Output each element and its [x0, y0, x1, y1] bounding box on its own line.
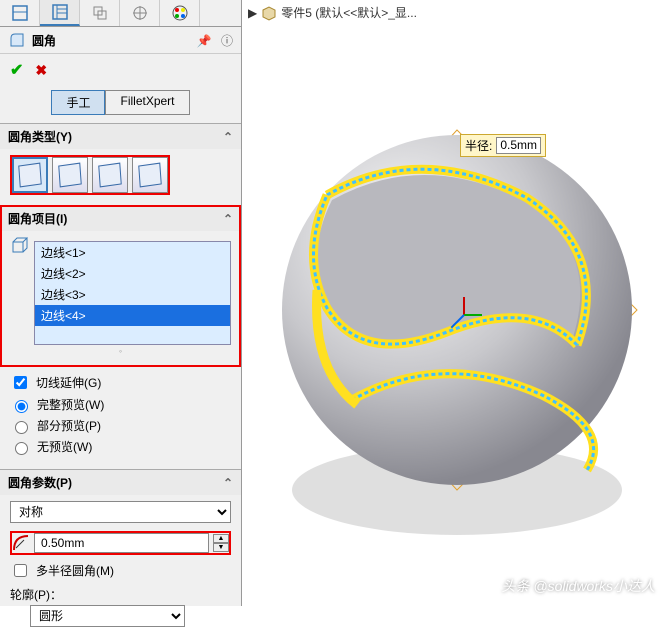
list-item-empty[interactable] — [35, 326, 230, 344]
section-fillet-type: 圆角类型(Y) ⌃ — [0, 123, 241, 205]
confirm-row: ✔ ✖ — [0, 54, 241, 86]
section-title: 圆角类型(Y) — [8, 128, 72, 145]
tangent-checkbox[interactable] — [14, 376, 27, 389]
spin-down[interactable]: ▼ — [213, 543, 229, 552]
opt-full-preview[interactable]: 完整预览(W) — [10, 396, 231, 413]
tab-appearance[interactable] — [160, 0, 200, 26]
tab-feature-tree[interactable] — [0, 0, 40, 26]
section-fillet-params: 圆角参数(P) ⌃ 对称 ▲▼ 多半径圆角(M) 轮廓(P)： 圆形 — [0, 469, 241, 637]
fillet-type-selector — [10, 155, 170, 195]
radius-icon — [12, 534, 30, 552]
section-title: 圆角参数(P) — [8, 474, 72, 491]
fillet-type-constant[interactable] — [12, 157, 48, 193]
watermark: 头条 @solidworks小达人 — [502, 576, 655, 596]
fillet-type-face[interactable] — [92, 157, 128, 193]
opt-tangent[interactable]: 切线延伸(G) — [10, 373, 231, 392]
tangent-label: 切线延伸(G) — [36, 374, 101, 391]
section-head-params[interactable]: 圆角参数(P) ⌃ — [0, 470, 241, 495]
spin-up[interactable]: ▲ — [213, 534, 229, 543]
help-icon[interactable]: ⓘ — [221, 34, 233, 48]
full-preview-radio[interactable] — [15, 400, 28, 413]
chevron-up-icon: ⌃ — [223, 212, 233, 226]
profile-dropdown[interactable]: 圆形 — [30, 605, 185, 627]
no-preview-radio[interactable] — [15, 442, 28, 455]
profile-label: 轮廓(P)： — [10, 586, 231, 603]
preview-options: 切线延伸(G) 完整预览(W) 部分预览(P) 无预览(W) — [0, 367, 241, 469]
list-item[interactable]: 边线<2> — [35, 263, 230, 284]
section-title: 圆角项目(I) — [8, 210, 67, 227]
mode-filletxpert[interactable]: FilletXpert — [105, 90, 189, 115]
part-preview-radio[interactable] — [15, 421, 28, 434]
section-head-items[interactable]: 圆角项目(I) ⌃ — [0, 206, 241, 231]
chevron-up-icon: ⌃ — [223, 130, 233, 144]
part-preview-label: 部分预览(P) — [37, 417, 101, 434]
header-actions: 📌 ⓘ — [191, 32, 233, 49]
fillet-type-full-round[interactable] — [132, 157, 168, 193]
opt-no-preview[interactable]: 无预览(W) — [10, 438, 231, 455]
fillet-type-variable[interactable] — [52, 157, 88, 193]
list-item[interactable]: 边线<1> — [35, 242, 230, 263]
multi-radius-label: 多半径圆角(M) — [36, 562, 114, 579]
panel-tab-bar — [0, 0, 241, 27]
radius-input[interactable] — [34, 533, 209, 553]
tab-property-manager[interactable] — [40, 0, 80, 26]
cancel-button[interactable]: ✖ — [35, 62, 47, 79]
feature-header: 圆角 📌 ⓘ — [0, 27, 241, 54]
resize-grip-icon[interactable]: ◦ — [10, 345, 231, 357]
origin-triad[interactable] — [444, 294, 484, 334]
property-panel: 圆角 📌 ⓘ ✔ ✖ 手工 FilletXpert 圆角类型(Y) ⌃ 圆角项目 — [0, 0, 242, 606]
radius-spinner[interactable]: ▲▼ — [213, 534, 229, 552]
chevron-up-icon: ⌃ — [223, 476, 233, 490]
mode-tabs: 手工 FilletXpert — [0, 86, 241, 123]
mode-manual[interactable]: 手工 — [51, 90, 105, 115]
multi-radius-checkbox[interactable] — [14, 564, 27, 577]
opt-part-preview[interactable]: 部分预览(P) — [10, 417, 231, 434]
opt-multi-radius[interactable]: 多半径圆角(M) — [10, 561, 231, 580]
section-fillet-items: 圆角项目(I) ⌃ 边线<1> 边线<2> 边线<3> 边线<4> ◦ — [0, 205, 241, 367]
radius-callout[interactable]: 半径: 0.5mm — [460, 134, 546, 157]
graphics-viewport[interactable]: ▶ 零件5 (默认<<默认>_显... 半径: 0.5mm 头条 @s — [242, 0, 665, 606]
fillet-icon — [8, 31, 26, 49]
radius-row: ▲▼ — [10, 531, 231, 555]
list-item[interactable]: 边线<4> — [35, 305, 230, 326]
ok-button[interactable]: ✔ — [10, 60, 23, 80]
callout-value[interactable]: 0.5mm — [496, 137, 541, 154]
feature-title: 圆角 — [32, 32, 191, 49]
callout-label: 半径: — [465, 137, 492, 154]
edge-listbox[interactable]: 边线<1> 边线<2> 边线<3> 边线<4> — [34, 241, 231, 345]
tab-dimxpert[interactable] — [120, 0, 160, 26]
pushpin-icon[interactable]: 📌 — [197, 34, 212, 48]
no-preview-label: 无预览(W) — [37, 438, 92, 455]
tab-config-manager[interactable] — [80, 0, 120, 26]
list-item[interactable]: 边线<3> — [35, 284, 230, 305]
symmetry-dropdown[interactable]: 对称 — [10, 501, 231, 523]
full-preview-label: 完整预览(W) — [37, 396, 104, 413]
section-head-type[interactable]: 圆角类型(Y) ⌃ — [0, 124, 241, 149]
edge-select-icon — [10, 237, 28, 255]
